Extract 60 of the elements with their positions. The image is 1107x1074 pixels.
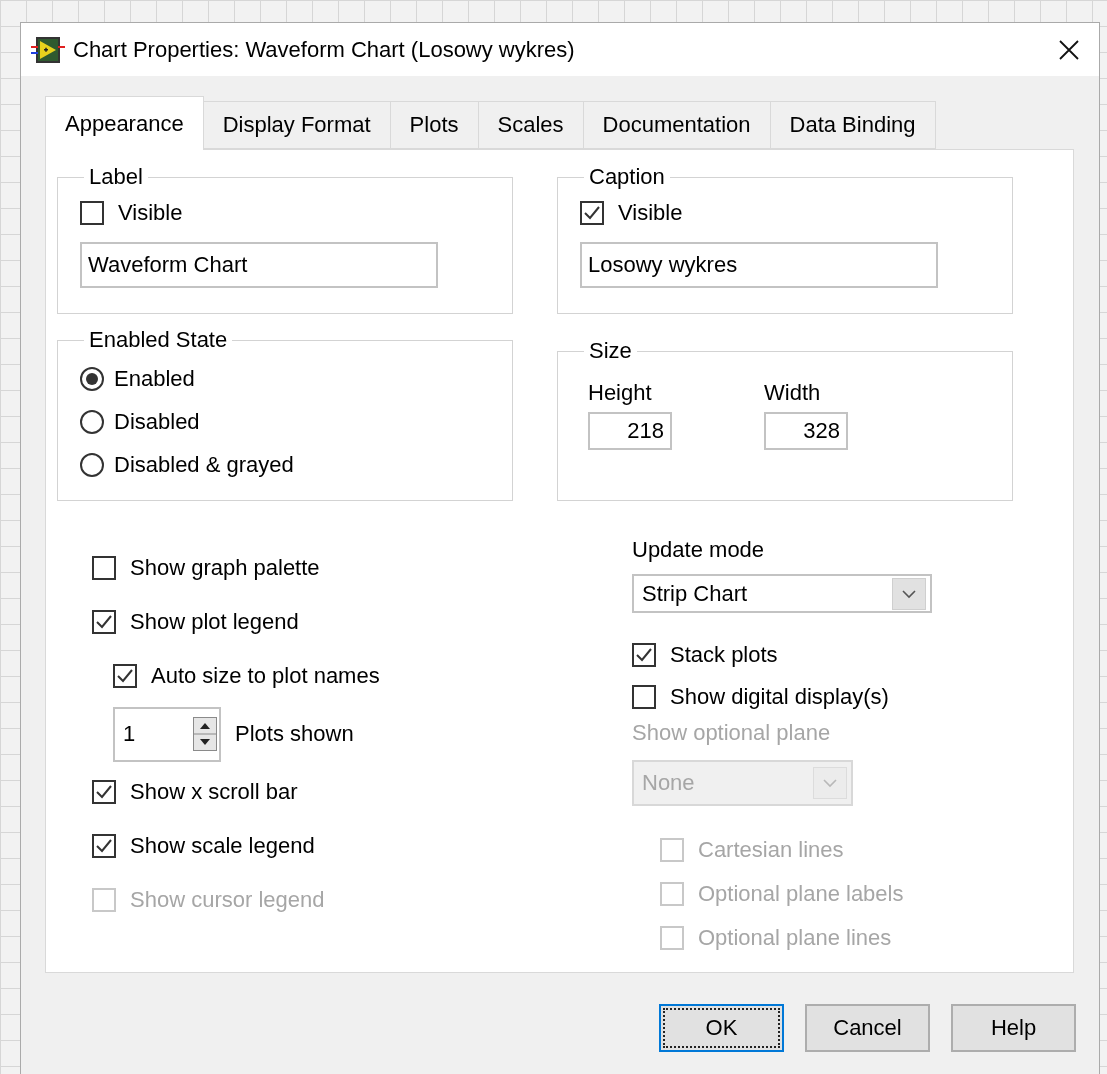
- checkbox[interactable]: [580, 201, 604, 225]
- number-field[interactable]: 328: [764, 412, 848, 450]
- radio-label[interactable]: Disabled: [114, 408, 200, 435]
- checkbox-label[interactable]: Stack plots: [670, 642, 778, 668]
- close-icon[interactable]: [1058, 38, 1080, 61]
- checkmark-icon: [95, 837, 113, 855]
- tab[interactable]: Display Format: [203, 101, 391, 149]
- field-label: Width: [764, 380, 822, 406]
- radio-label[interactable]: Disabled & grayed: [114, 451, 294, 478]
- number-spinner[interactable]: 1: [113, 706, 221, 762]
- checkmark-icon: [583, 204, 601, 222]
- checkbox[interactable]: [92, 610, 116, 634]
- caret-icon: [892, 577, 926, 610]
- checkbox-label[interactable]: Show x scroll bar: [130, 779, 298, 805]
- checkbox[interactable]: [632, 643, 656, 667]
- caret-icon: [813, 767, 847, 799]
- checkbox-label[interactable]: Show plot legend: [130, 609, 299, 635]
- tab[interactable]: Scales: [478, 101, 584, 149]
- dropdown-label: Show optional plane: [632, 720, 832, 747]
- group-title: Enabled State: [88, 327, 229, 353]
- dialog-button[interactable]: Cancel: [805, 1004, 930, 1052]
- dropdown-label: Update mode: [632, 537, 766, 563]
- radio-button[interactable]: [80, 409, 104, 434]
- checkbox[interactable]: [92, 556, 116, 580]
- app-icon: [31, 34, 65, 65]
- checkmark-icon: [95, 783, 113, 801]
- checkbox[interactable]: [92, 780, 116, 804]
- group-title: Size: [588, 338, 633, 364]
- dialog-button[interactable]: OK: [659, 1004, 784, 1052]
- number-field[interactable]: 218: [588, 412, 672, 450]
- tab[interactable]: Data Binding: [770, 101, 936, 149]
- checkmark-icon: [116, 667, 134, 685]
- checkmark-icon: [95, 613, 113, 631]
- radio-button[interactable]: [80, 452, 104, 477]
- checkbox[interactable]: [80, 201, 104, 225]
- checkbox-label[interactable]: Auto size to plot names: [151, 663, 380, 689]
- checkbox[interactable]: [92, 834, 116, 858]
- dialog-button[interactable]: Help: [951, 1004, 1076, 1052]
- radio-button[interactable]: [80, 366, 104, 391]
- dropdown[interactable]: Strip Chart: [632, 574, 932, 613]
- checkbox-label[interactable]: Show graph palette: [130, 555, 320, 581]
- checkbox-label[interactable]: Visible: [118, 200, 183, 226]
- tab[interactable]: Plots: [390, 101, 479, 149]
- group-title: Label: [88, 164, 144, 190]
- up-down-arrows-icon[interactable]: [193, 717, 217, 751]
- tab[interactable]: Documentation: [583, 101, 771, 149]
- checkbox[interactable]: [113, 664, 137, 688]
- checkmark-icon: [635, 646, 653, 664]
- group-title: Caption: [588, 164, 666, 190]
- checkbox[interactable]: [632, 685, 656, 709]
- text-field[interactable]: Losowy wykres: [580, 242, 938, 288]
- window-title: Chart Properties: Waveform Chart (Losowy wykres): [73, 36, 576, 63]
- tab[interactable]: Appearance: [45, 96, 204, 150]
- field-label: Height: [588, 380, 653, 406]
- spinner-label: Plots shown: [235, 721, 354, 747]
- checkbox-label[interactable]: Show digital display(s): [670, 684, 889, 710]
- checkbox-label[interactable]: Show scale legend: [130, 833, 315, 859]
- radio-label[interactable]: Enabled: [114, 365, 195, 392]
- text-field[interactable]: Waveform Chart: [80, 242, 438, 288]
- checkbox-label[interactable]: Visible: [618, 200, 683, 226]
